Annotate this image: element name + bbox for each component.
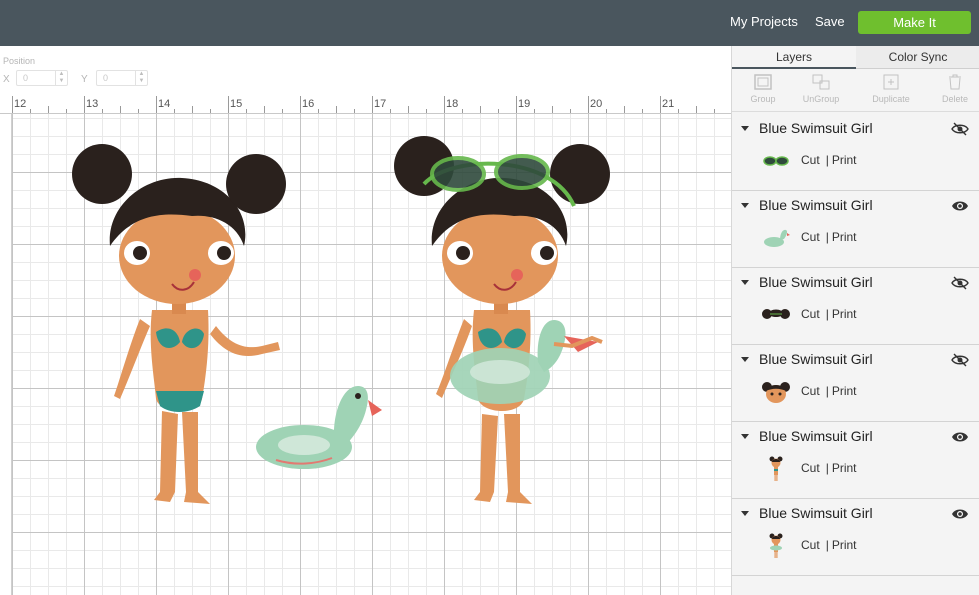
make-it-button[interactable]: Make It: [858, 11, 971, 34]
eye-icon[interactable]: [951, 199, 969, 213]
hair-icon: [762, 309, 790, 319]
cut-label: Cut: [801, 461, 820, 475]
my-projects-link[interactable]: My Projects: [730, 14, 798, 29]
ruler-number: 18: [446, 98, 459, 110]
layers-panel: Layers Color Sync Group UnGroup Duplicat…: [731, 46, 979, 595]
ruler-number: 12: [14, 98, 27, 110]
group-label: Group: [750, 94, 776, 104]
print-label: Print: [831, 538, 857, 552]
layer-row[interactable]: Blue Swimsuit Girl Cut | Print: [732, 345, 979, 422]
collapse-caret-icon[interactable]: [741, 357, 749, 362]
girl-with-float-figure[interactable]: [394, 136, 610, 504]
x-stepper-icon[interactable]: ▲ ▼: [55, 71, 67, 85]
girl-float-icon: [769, 533, 783, 558]
print-label: Print: [831, 461, 857, 475]
top-bar: My Projects Save Make It: [0, 0, 979, 46]
trash-icon: [949, 74, 961, 90]
layer-name: Blue Swimsuit Girl: [759, 197, 873, 213]
position-bar: Position X 0 ▲ ▼ Y 0 ▲ ▼: [0, 46, 731, 96]
layer-name: Blue Swimsuit Girl: [759, 351, 873, 367]
tab-layers[interactable]: Layers: [732, 46, 856, 69]
duck-float[interactable]: [256, 386, 382, 469]
x-position-input[interactable]: 0 ▲ ▼: [16, 70, 68, 86]
y-position-value: 0: [103, 73, 109, 83]
ungroup-label: UnGroup: [802, 94, 840, 104]
delete-button[interactable]: Delete: [924, 73, 979, 104]
y-position-input[interactable]: 0 ▲ ▼: [96, 70, 148, 86]
layer-toolbar: Group UnGroup Duplicate Delete: [732, 69, 979, 112]
y-stepper-icon[interactable]: ▲ ▼: [135, 71, 147, 85]
print-label: Print: [831, 153, 857, 167]
girl-figure[interactable]: [72, 144, 286, 504]
cut-label: Cut: [801, 538, 820, 552]
delete-label: Delete: [941, 94, 968, 104]
layer-row[interactable]: Blue Swimsuit Girl Cut | Print: [732, 268, 979, 345]
y-label: Y: [81, 74, 88, 85]
x-label: X: [3, 74, 10, 85]
ungroup-button[interactable]: UnGroup: [790, 73, 852, 104]
cut-print-option[interactable]: Cut | Print: [801, 461, 857, 475]
layer-row[interactable]: Blue Swimsuit Girl Cut | Print: [732, 114, 979, 191]
cut-print-option[interactable]: Cut | Print: [801, 384, 857, 398]
goggles-icon: [763, 156, 789, 166]
layer-name: Blue Swimsuit Girl: [759, 505, 873, 521]
horizontal-ruler: 12 13 14 15 16 17 18 19 20 21: [0, 96, 731, 114]
ruler-ticks: [12, 96, 715, 113]
duplicate-icon: [883, 74, 899, 90]
eye-hidden-icon[interactable]: [951, 353, 969, 367]
eye-icon[interactable]: [951, 430, 969, 444]
girl-icon: [769, 456, 783, 481]
print-label: Print: [831, 307, 857, 321]
cut-label: Cut: [801, 384, 820, 398]
collapse-caret-icon[interactable]: [741, 203, 749, 208]
canvas-artwork: [72, 136, 610, 504]
layer-row[interactable]: Blue Swimsuit Girl Cut | Print: [732, 499, 979, 576]
ruler-number: 19: [518, 98, 531, 110]
layer-row[interactable]: Blue Swimsuit Girl Cut | Print: [732, 191, 979, 268]
layer-name: Blue Swimsuit Girl: [759, 120, 873, 136]
save-button[interactable]: Save: [815, 14, 845, 29]
layer-name: Blue Swimsuit Girl: [759, 428, 873, 444]
eye-hidden-icon[interactable]: [951, 122, 969, 136]
collapse-caret-icon[interactable]: [741, 434, 749, 439]
ruler-number: 21: [662, 98, 675, 110]
collapse-caret-icon[interactable]: [741, 511, 749, 516]
x-position-value: 0: [23, 73, 29, 83]
duck-float-icon: [764, 229, 790, 247]
print-label: Print: [831, 230, 857, 244]
group-icon: [754, 74, 772, 90]
group-button[interactable]: Group: [732, 73, 794, 104]
duplicate-label: Duplicate: [872, 94, 910, 104]
cut-print-option[interactable]: Cut | Print: [801, 307, 857, 321]
eye-icon[interactable]: [951, 507, 969, 521]
cut-label: Cut: [801, 230, 820, 244]
cut-print-option[interactable]: Cut | Print: [801, 153, 857, 167]
layer-row[interactable]: Blue Swimsuit Girl Cut | Print: [732, 422, 979, 499]
design-canvas[interactable]: [12, 114, 731, 595]
cut-label: Cut: [801, 153, 820, 167]
collapse-caret-icon[interactable]: [741, 280, 749, 285]
ungroup-icon: [812, 74, 830, 90]
ruler-number: 15: [230, 98, 243, 110]
duplicate-button[interactable]: Duplicate: [860, 73, 922, 104]
cut-label: Cut: [801, 307, 820, 321]
ruler-number: 20: [590, 98, 603, 110]
panel-tabs: Layers Color Sync: [732, 46, 979, 69]
face-icon: [762, 382, 790, 403]
position-label: Position: [3, 56, 36, 66]
eye-hidden-icon[interactable]: [951, 276, 969, 290]
ruler-number: 17: [374, 98, 387, 110]
ruler-number: 14: [158, 98, 171, 110]
vertical-ruler: [0, 114, 12, 595]
layer-name: Blue Swimsuit Girl: [759, 274, 873, 290]
cut-print-option[interactable]: Cut | Print: [801, 538, 857, 552]
print-label: Print: [831, 384, 857, 398]
ruler-number: 13: [86, 98, 99, 110]
tab-color-sync[interactable]: Color Sync: [856, 46, 979, 69]
ruler-number: 16: [302, 98, 315, 110]
cut-print-option[interactable]: Cut | Print: [801, 230, 857, 244]
collapse-caret-icon[interactable]: [741, 126, 749, 131]
